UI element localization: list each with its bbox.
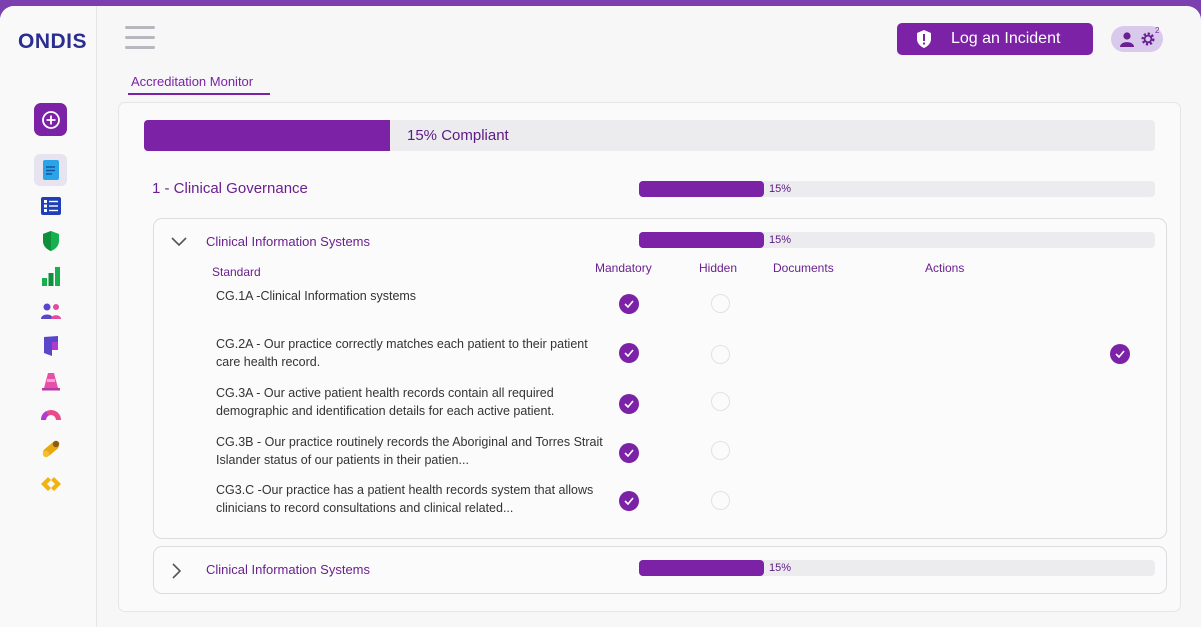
action-done-check-icon[interactable] (1110, 344, 1130, 364)
category-progress-bar: 15% (639, 181, 1155, 197)
section-progress-label: 15% (769, 234, 792, 246)
shield-icon (42, 231, 59, 251)
section-progress-bar: 15% (639, 232, 1155, 248)
nav-checklist[interactable] (34, 191, 67, 221)
pill-icon (42, 440, 59, 458)
section-title[interactable]: Clinical Information Systems (206, 234, 370, 249)
overall-compliance-label: 15% Compliant (407, 127, 509, 144)
nav-documents[interactable] (34, 154, 67, 186)
document-icon (42, 160, 59, 180)
hidden-toggle[interactable] (711, 392, 730, 411)
mandatory-check-icon (619, 394, 639, 414)
bar-chart-icon (41, 267, 60, 286)
nav-reports[interactable] (34, 261, 67, 291)
accreditation-card: 15% Compliant 1 - Clinical Governance 15… (118, 102, 1181, 612)
door-icon (43, 336, 58, 356)
hidden-toggle[interactable] (711, 491, 730, 510)
nav-code[interactable] (34, 469, 67, 499)
hidden-toggle[interactable] (711, 441, 730, 460)
gear-icon (1141, 32, 1154, 46)
alert-shield-icon (917, 30, 931, 48)
nav-door[interactable] (34, 331, 67, 361)
cone-icon (41, 373, 60, 391)
nav-pill[interactable] (34, 434, 67, 464)
mandatory-check-icon (619, 491, 639, 511)
standard-text: CG3.C -Our practice has a patient health… (216, 483, 594, 515)
sidebar: ONDIS (0, 6, 97, 627)
section-progress-fill (639, 232, 764, 248)
ondis-logo[interactable]: ONDIS (18, 30, 87, 54)
chevron-right-icon[interactable] (170, 562, 182, 580)
column-header-mandatory: Mandatory (595, 261, 652, 275)
section-progress-label: 15% (769, 562, 792, 574)
mandatory-check-icon (619, 443, 639, 463)
checklist-icon (40, 197, 61, 215)
hidden-toggle[interactable] (711, 294, 730, 313)
category-title: 1 - Clinical Governance (152, 180, 308, 197)
overall-compliance-fill (144, 120, 390, 151)
diamond-arrows-icon (40, 477, 61, 491)
user-icon (1119, 32, 1134, 47)
gauge-icon (40, 410, 61, 420)
hidden-toggle[interactable] (711, 345, 730, 364)
section-title[interactable]: Clinical Information Systems (206, 562, 370, 577)
column-header-standard: Standard (212, 265, 261, 279)
plus-circle-icon (41, 110, 60, 129)
app-window: ONDIS Log an Incident 2 Accreditation Mo… (0, 6, 1201, 627)
notification-badge: 2 (1155, 26, 1160, 35)
log-incident-button[interactable]: Log an Incident (897, 23, 1093, 55)
standard-text: CG.2A - Our practice correctly matches e… (216, 337, 588, 369)
standard-text: CG.3A - Our active patient health record… (216, 386, 555, 418)
log-incident-label: Log an Incident (951, 30, 1061, 47)
mandatory-check-icon (619, 294, 639, 314)
top-bar: Log an Incident (97, 6, 1201, 68)
section-expanded: Clinical Information Systems 15% Standar… (153, 218, 1167, 539)
column-header-documents: Documents (773, 261, 834, 275)
mandatory-check-icon (619, 343, 639, 363)
nav-hazard[interactable] (34, 366, 67, 396)
section-progress-bar: 15% (639, 560, 1155, 576)
category-progress-fill (639, 181, 764, 197)
people-icon (40, 303, 61, 319)
overall-compliance-bar: 15% Compliant (144, 120, 1155, 151)
column-header-hidden: Hidden (699, 261, 738, 275)
add-button[interactable] (34, 103, 67, 136)
standard-text: CG.3B - Our practice routinely records t… (216, 435, 603, 467)
category-progress-label: 15% (769, 183, 792, 195)
column-header-actions: Actions (925, 261, 965, 275)
section-progress-fill (639, 560, 764, 576)
chevron-down-icon[interactable] (170, 235, 188, 247)
standard-text: CG.1A -Clinical Information systems (216, 289, 417, 303)
section-collapsed[interactable]: Clinical Information Systems 15% (153, 546, 1167, 594)
hamburger-menu-icon[interactable] (125, 26, 155, 50)
tab-accreditation-monitor[interactable]: Accreditation Monitor (128, 73, 270, 95)
nav-people[interactable] (34, 296, 67, 326)
nav-gauge[interactable] (34, 399, 67, 429)
nav-shield[interactable] (34, 226, 67, 256)
